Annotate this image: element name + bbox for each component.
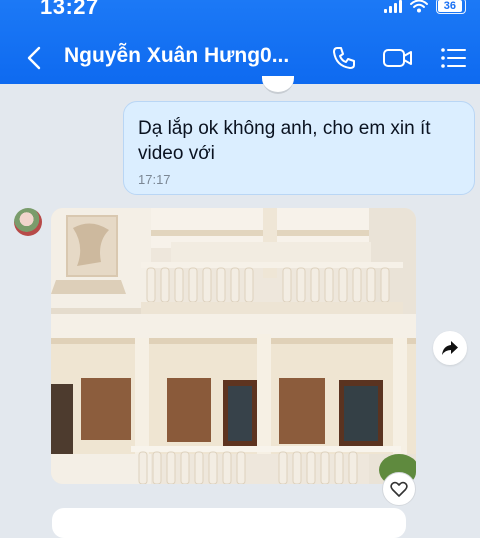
share-arrow-icon <box>442 341 458 355</box>
call-button[interactable] <box>327 43 361 73</box>
share-button[interactable] <box>433 331 467 365</box>
contact-name[interactable]: Nguyễn Xuân Hưng0... <box>64 44 289 68</box>
message-text: Dạ lắp ok không anh, cho em xin ít video… <box>138 118 431 164</box>
back-button[interactable] <box>20 42 48 74</box>
signal-icon <box>384 0 402 13</box>
image-message[interactable] <box>51 208 416 484</box>
phone-icon <box>333 47 355 69</box>
message-bubble-outgoing[interactable]: Dạ lắp ok không anh, cho em xin ít video… <box>123 101 475 195</box>
chat-header: 13:27 36 Nguyễn Xuân Hưng0... <box>0 0 480 84</box>
next-message-bubble[interactable] <box>52 508 406 538</box>
message-time: 17:17 <box>138 172 171 187</box>
heart-icon <box>390 481 408 497</box>
contact-avatar[interactable] <box>14 208 42 236</box>
previous-message-reaction <box>262 76 294 94</box>
battery-level: 36 <box>438 0 462 12</box>
house-photo <box>51 208 416 484</box>
video-camera-icon <box>383 49 412 67</box>
chevron-left-icon <box>27 46 41 70</box>
status-time: 13:27 <box>40 0 99 19</box>
list-menu-icon <box>441 48 466 68</box>
menu-button[interactable] <box>436 43 470 73</box>
battery-icon: 36 <box>436 0 466 14</box>
reaction-button[interactable] <box>382 472 416 506</box>
status-icons: 36 <box>384 0 466 14</box>
video-call-button[interactable] <box>381 43 415 73</box>
wifi-icon <box>410 0 428 13</box>
